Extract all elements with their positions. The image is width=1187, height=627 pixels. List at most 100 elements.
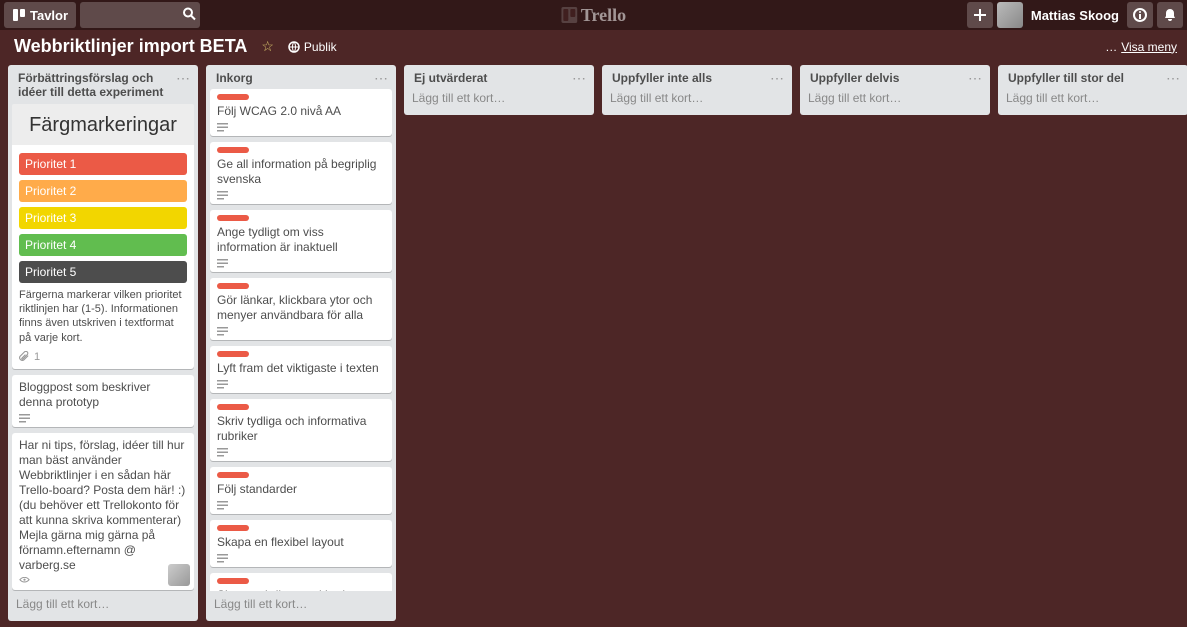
list-uppfyller-stor-del: Uppfyller till stor del ⋯ Lägg till ett … xyxy=(998,65,1187,115)
add-card-button[interactable]: Lägg till ett kort… xyxy=(206,591,396,617)
create-button[interactable] xyxy=(967,2,993,28)
boards-button-label: Tavlor xyxy=(30,8,68,23)
list-uppfyller-delvis: Uppfyller delvis ⋯ Lägg till ett kort… xyxy=(800,65,990,115)
list-name[interactable]: Förbättringsförslag och idéer till detta… xyxy=(18,71,176,100)
list-name[interactable]: Inkorg xyxy=(216,71,374,85)
list-menu-button[interactable]: ⋯ xyxy=(770,71,784,85)
boards-button[interactable]: Tavlor xyxy=(4,2,76,28)
label-red xyxy=(217,351,249,357)
add-card-button[interactable]: Lägg till ett kort… xyxy=(404,89,594,111)
priority-5-label: Prioritet 5 xyxy=(19,261,187,283)
info-icon xyxy=(1133,8,1147,22)
label-red xyxy=(217,215,249,221)
card-title: Skapa en flexibel layout xyxy=(217,535,385,550)
card-title: Gör länkar, klickbara ytor och menyer an… xyxy=(217,293,385,323)
star-button[interactable]: ☆ xyxy=(261,38,274,55)
description-icon xyxy=(217,501,228,510)
label-red xyxy=(217,283,249,289)
card-title: Lyft fram det viktigaste i texten xyxy=(217,361,385,376)
list-name[interactable]: Uppfyller delvis xyxy=(810,71,968,85)
card-title: Har ni tips, förslag, idéer till hur man… xyxy=(19,438,187,573)
description-icon xyxy=(217,554,228,563)
attachment-icon xyxy=(19,351,30,362)
card-title: Skapa rubriker med h-element xyxy=(217,588,385,591)
list-menu-button[interactable]: ⋯ xyxy=(1166,71,1180,85)
username-label[interactable]: Mattias Skoog xyxy=(1031,8,1119,23)
card-title: Skriv tydliga och informativa rubriker xyxy=(217,414,385,444)
search-icon xyxy=(182,7,196,24)
list-ej-utvarderat: Ej utvärderat ⋯ Lägg till ett kort… xyxy=(404,65,594,115)
card-title: Ge all information på begriplig svenska xyxy=(217,157,385,187)
card[interactable]: Följ standarder xyxy=(210,467,392,514)
bell-icon xyxy=(1163,8,1177,22)
trello-logo-text: Trello xyxy=(581,5,626,26)
label-red xyxy=(217,94,249,100)
priority-2-label: Prioritet 2 xyxy=(19,180,187,202)
card-tips[interactable]: Har ni tips, förslag, idéer till hur man… xyxy=(12,433,194,590)
label-red xyxy=(217,472,249,478)
list-inkorg: Inkorg ⋯ Följ WCAG 2.0 nivå AA Ge all in… xyxy=(206,65,396,621)
board-canvas: Förbättringsförslag och idéer till detta… xyxy=(0,61,1187,621)
add-card-button[interactable]: Lägg till ett kort… xyxy=(8,591,198,617)
card-caption: Färgerna markerar vilken prioritet riktl… xyxy=(19,288,187,345)
global-header: Tavlor Trello Mattias Skoog xyxy=(0,0,1187,30)
visibility-button[interactable]: Publik xyxy=(288,40,337,54)
list-name[interactable]: Uppfyller till stor del xyxy=(1008,71,1166,85)
show-menu-button[interactable]: Visa meny xyxy=(1105,40,1177,54)
list-forslag: Förbättringsförslag och idéer till detta… xyxy=(8,65,198,621)
trello-logo-icon xyxy=(561,7,577,23)
board-header: Webbriktlinjer import BETA ☆ Publik Visa… xyxy=(0,30,1187,61)
visibility-label: Publik xyxy=(304,40,337,54)
add-card-button[interactable]: Lägg till ett kort… xyxy=(602,89,792,111)
add-card-button[interactable]: Lägg till ett kort… xyxy=(998,89,1187,111)
avatar[interactable] xyxy=(997,2,1023,28)
trello-logo[interactable]: Trello xyxy=(561,5,626,26)
label-red xyxy=(217,147,249,153)
attachment-count: 1 xyxy=(34,351,40,363)
card-fargmarkeringar[interactable]: Färgmarkeringar Prioritet 1 Prioritet 2 … xyxy=(12,104,194,369)
description-icon xyxy=(217,191,228,200)
list-menu-button[interactable]: ⋯ xyxy=(572,71,586,85)
list-name[interactable]: Ej utvärderat xyxy=(414,71,572,85)
label-red xyxy=(217,404,249,410)
board-title[interactable]: Webbriktlinjer import BETA xyxy=(14,36,247,57)
description-icon xyxy=(217,123,228,132)
card[interactable]: Ange tydligt om viss information är inak… xyxy=(210,210,392,272)
label-red xyxy=(217,525,249,531)
board-icon xyxy=(12,8,26,22)
card[interactable]: Skapa rubriker med h-element xyxy=(210,573,392,591)
list-menu-button[interactable]: ⋯ xyxy=(374,71,388,85)
card-title: Ange tydligt om viss information är inak… xyxy=(217,225,385,255)
description-icon xyxy=(217,380,228,389)
globe-icon xyxy=(288,41,300,53)
priority-4-label: Prioritet 4 xyxy=(19,234,187,256)
list-menu-button[interactable]: ⋯ xyxy=(968,71,982,85)
add-card-button[interactable]: Lägg till ett kort… xyxy=(800,89,990,111)
description-icon xyxy=(217,448,228,457)
list-menu-button[interactable]: ⋯ xyxy=(176,71,190,85)
card-bloggpost[interactable]: Bloggpost som beskriver denna prototyp xyxy=(12,375,194,427)
search-box[interactable] xyxy=(80,2,200,28)
notifications-button[interactable] xyxy=(1157,2,1183,28)
member-avatar xyxy=(168,564,190,586)
priority-1-label: Prioritet 1 xyxy=(19,153,187,175)
list-name[interactable]: Uppfyller inte alls xyxy=(612,71,770,85)
card-title: Följ standarder xyxy=(217,482,385,497)
info-button[interactable] xyxy=(1127,2,1153,28)
subscribe-icon xyxy=(19,577,30,586)
card[interactable]: Lyft fram det viktigaste i texten xyxy=(210,346,392,393)
card[interactable]: Gör länkar, klickbara ytor och menyer an… xyxy=(210,278,392,340)
card-title: Följ WCAG 2.0 nivå AA xyxy=(217,104,385,119)
label-red xyxy=(217,578,249,584)
list-uppfyller-inte-alls: Uppfyller inte alls ⋯ Lägg till ett kort… xyxy=(602,65,792,115)
card[interactable]: Följ WCAG 2.0 nivå AA xyxy=(210,89,392,136)
plus-icon xyxy=(973,8,987,22)
description-icon xyxy=(217,327,228,336)
priority-3-label: Prioritet 3 xyxy=(19,207,187,229)
card[interactable]: Ge all information på begriplig svenska xyxy=(210,142,392,204)
description-icon xyxy=(19,414,30,423)
card[interactable]: Skriv tydliga och informativa rubriker xyxy=(210,399,392,461)
card[interactable]: Skapa en flexibel layout xyxy=(210,520,392,567)
description-icon xyxy=(217,259,228,268)
card-title: Bloggpost som beskriver denna prototyp xyxy=(19,380,187,410)
